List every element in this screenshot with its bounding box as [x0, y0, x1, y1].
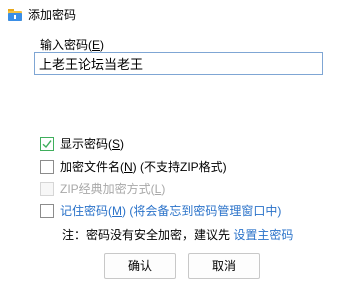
- title-bar: 添加密码: [0, 0, 360, 30]
- show-password-label: 显示密码(S): [60, 137, 125, 151]
- ok-button[interactable]: 确认: [104, 253, 176, 279]
- encrypt-filenames-label: 加密文件名(N) (不支持ZIP格式): [60, 160, 227, 174]
- zip-legacy-checkbox: ZIP经典加密方式(L): [40, 181, 165, 197]
- security-note: 注：密码没有安全加密，建议先 设置主密码: [62, 228, 293, 242]
- note-text: 注：密码没有安全加密，建议先: [62, 228, 234, 242]
- checkbox-box[interactable]: [40, 137, 54, 151]
- zip-legacy-label: ZIP经典加密方式(L): [60, 182, 166, 196]
- check-icon: [42, 140, 52, 149]
- window-title: 添加密码: [28, 8, 77, 22]
- password-input[interactable]: [34, 52, 323, 75]
- show-password-checkbox[interactable]: 显示密码(S): [40, 136, 124, 152]
- checkbox-box: [40, 182, 54, 196]
- folder-key-icon: [8, 8, 22, 21]
- set-master-password-link[interactable]: 设置主密码: [233, 228, 293, 242]
- checkbox-box[interactable]: [40, 160, 54, 174]
- remember-password-checkbox[interactable]: 记住密码(M) (将会备忘到密码管理窗口中): [40, 203, 281, 219]
- cancel-button[interactable]: 取消: [188, 253, 260, 279]
- encrypt-filenames-checkbox[interactable]: 加密文件名(N) (不支持ZIP格式): [40, 159, 227, 175]
- checkbox-box[interactable]: [40, 204, 54, 218]
- remember-password-label[interactable]: 记住密码(M) (将会备忘到密码管理窗口中): [60, 204, 281, 218]
- password-label: 输入密码(E): [40, 38, 105, 52]
